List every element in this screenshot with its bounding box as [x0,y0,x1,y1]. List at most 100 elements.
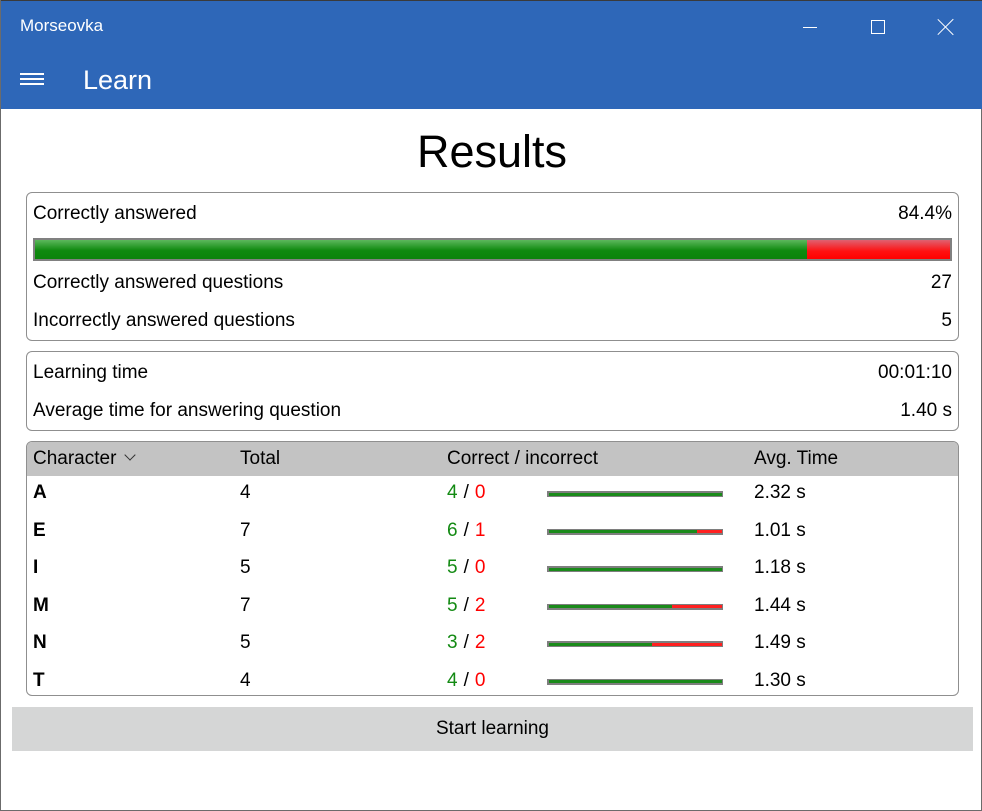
correct-count: 3 [447,632,458,653]
incorrect-count: 2 [474,594,486,616]
app-title: Morseovka [20,16,104,35]
column-header-character-label: Character [33,448,117,469]
hamburger-menu-button[interactable] [20,70,46,90]
avg-time-cell: 1.01 s [754,519,806,541]
correct-questions-row: Correctly answered questions 27 [33,272,952,296]
separator: / [463,669,469,691]
correct-ratio-fill [548,605,673,608]
correct-ratio-bar [547,491,723,497]
correct-incorrect-cell: 4/0 [447,482,485,504]
avg-time-cell: 2.32 s [754,482,806,503]
correct-ratio-bar [547,528,723,535]
chevron-down-icon [124,449,137,461]
app-bar: Learn [1,52,982,109]
character-cell: M [33,594,49,616]
table-header: Character Total Correct / incorrect Avg.… [27,442,958,476]
character-stats-table: Character Total Correct / incorrect Avg.… [26,441,959,696]
table-row[interactable]: M 7 5/2 1.44 s [27,589,958,626]
close-button[interactable] [912,1,980,53]
learning-time-label: Learning time [33,362,149,383]
summary-card: Correctly answered 84.4% Correctly answe… [26,192,959,341]
avg-time-cell: 1.30 s [754,669,806,691]
start-learning-button[interactable]: Start learning [12,707,973,751]
character-cell: E [33,519,46,541]
maximize-icon [871,20,885,34]
table-row[interactable]: E 7 6/1 1.01 s [27,514,958,551]
hamburger-line [20,83,44,85]
incorrect-count: 0 [474,669,486,691]
avg-time-label: Average time for answering question [33,400,342,421]
table-row[interactable]: N 5 3/2 1.49 s [27,626,958,663]
correct-ratio-bar [547,641,723,647]
column-header-total[interactable]: Total [240,448,280,470]
correct-incorrect-cell: 5/0 [447,557,485,579]
avg-time-cell: 1.44 s [754,594,806,616]
incorrect-count: 0 [474,557,486,578]
correct-incorrect-cell: 3/2 [447,632,485,654]
character-cell: A [33,482,47,503]
correct-questions-value: 27 [930,272,952,293]
avg-time-cell: 1.49 s [754,632,806,653]
correct-ratio-bar [547,603,723,610]
time-card: Learning time 00:01:10 Average time for … [26,351,959,431]
total-cell: 4 [240,482,251,503]
close-icon [938,19,954,35]
correct-incorrect-cell: 4/0 [447,670,485,692]
correct-percent-row: Correctly answered 84.4% [33,203,952,227]
hamburger-menu-icon [20,73,44,75]
correct-ratio-fill [548,530,697,533]
correct-count: 4 [447,669,458,691]
minimize-button[interactable] [776,1,844,53]
incorrect-ratio-fill [672,605,722,608]
results-heading: Results [416,126,568,177]
avg-time-value: 1.40 s [900,400,952,421]
learning-time-row: Learning time 00:01:10 [33,362,952,386]
column-header-avg-time[interactable]: Avg. Time [754,448,838,470]
table-row[interactable]: I 5 5/0 1.18 s [27,551,958,588]
separator: / [463,632,469,653]
incorrect-count: 1 [474,519,486,541]
hamburger-line [20,78,44,80]
correct-count: 4 [447,482,458,503]
column-header-character[interactable]: Character [33,448,137,470]
correct-ratio-fill [548,642,653,646]
column-header-correct-incorrect[interactable]: Correct / incorrect [447,448,598,470]
correct-ratio-bar [33,238,952,261]
total-cell: 5 [240,557,251,578]
correct-incorrect-cell: 6/1 [447,520,485,542]
learning-time-value: 00:01:10 [878,362,952,383]
incorrect-ratio-fill [696,530,722,533]
incorrect-questions-value: 5 [941,310,952,331]
separator: / [463,594,469,616]
incorrect-count: 0 [474,482,486,503]
total-cell: 5 [240,632,251,653]
avg-time-row: Average time for answering question 1.40… [33,400,952,424]
table-row[interactable]: A 4 4/0 2.32 s [27,476,958,513]
app-window: Morseovka Learn Results Correctly answer… [0,0,982,811]
total-cell: 7 [240,594,251,616]
incorrect-ratio-fill [652,642,722,646]
separator: / [463,482,469,503]
correct-ratio-fill [548,567,722,571]
separator: / [463,519,469,541]
total-cell: 7 [240,519,251,541]
character-cell: T [33,669,45,691]
correct-count: 5 [447,557,458,578]
incorrect-questions-row: Incorrectly answered questions 5 [33,310,952,334]
character-cell: N [33,632,47,653]
incorrect-count: 2 [474,632,486,653]
total-cell: 4 [240,669,251,691]
avg-time-cell: 1.18 s [754,557,806,578]
correct-ratio-bar [547,566,723,572]
title-bar: Morseovka [1,0,982,52]
correct-percent-value: 84.4% [898,203,952,224]
table-row[interactable]: T 4 4/0 1.30 s [27,664,958,696]
correct-count: 6 [447,519,458,541]
correct-percent-label: Correctly answered [33,203,197,224]
correct-ratio-fill [35,240,808,259]
character-cell: I [33,557,39,578]
correct-ratio-bar [547,678,723,685]
incorrect-questions-label: Incorrectly answered questions [33,310,295,331]
incorrect-ratio-fill [807,240,950,259]
maximize-button[interactable] [844,1,912,53]
